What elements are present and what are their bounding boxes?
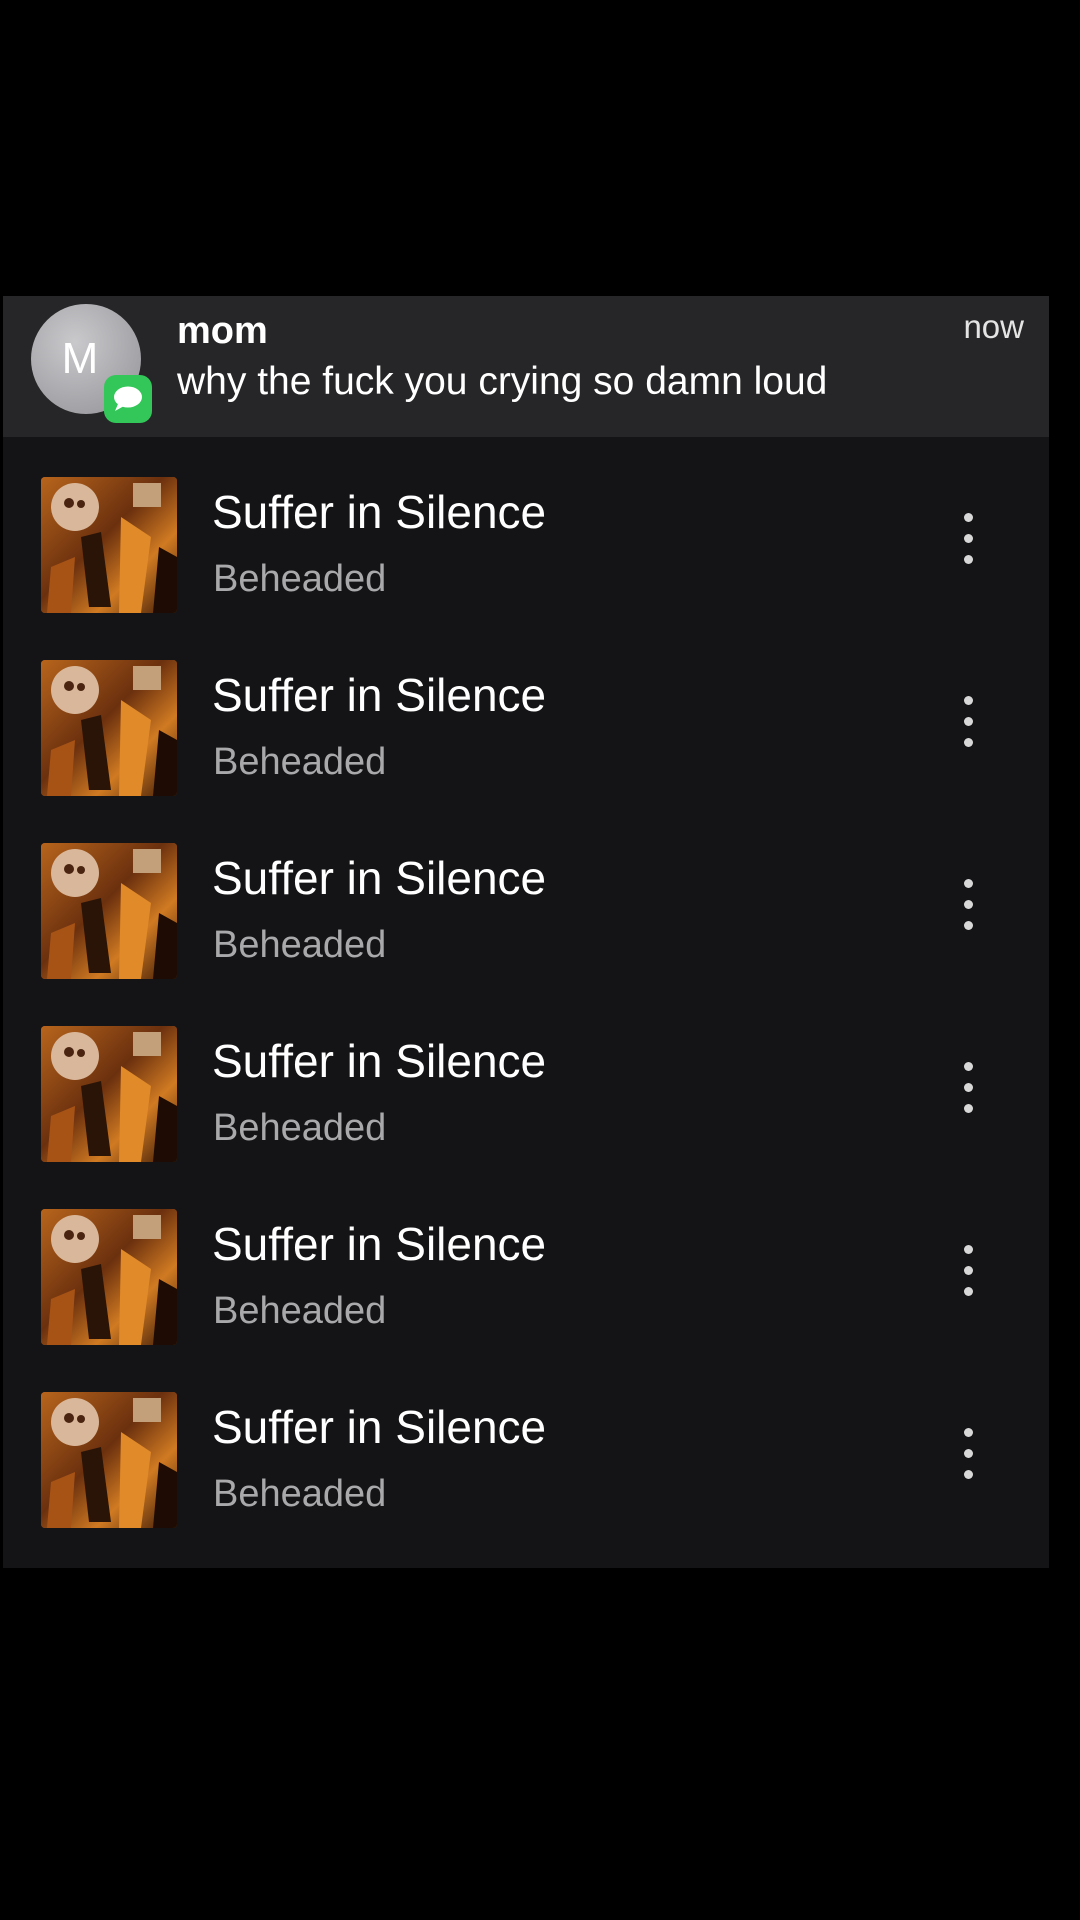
track-row[interactable]: Suffer in Silence Beheaded [3,1169,1049,1352]
more-vertical-icon[interactable] [953,1422,983,1492]
track-artist: Beheaded [213,1107,387,1149]
track-row[interactable]: Suffer in Silence Beheaded [3,986,1049,1169]
album-art [41,477,177,613]
track-title: Suffer in Silence [212,1218,547,1270]
more-vertical-icon[interactable] [953,690,983,760]
notification-message: why the fuck you crying so damn loud [177,360,828,403]
album-art [41,1392,177,1528]
track-artist: Beheaded [213,741,387,783]
track-title: Suffer in Silence [212,1035,547,1087]
album-art [41,843,177,979]
track-title: Suffer in Silence [212,669,547,721]
track-row[interactable]: Suffer in Silence Beheaded [3,1352,1049,1535]
track-title: Suffer in Silence [212,486,547,538]
more-vertical-icon[interactable] [953,873,983,943]
more-vertical-icon[interactable] [953,507,983,577]
track-artist: Beheaded [213,924,387,966]
album-art [41,660,177,796]
track-title: Suffer in Silence [212,1401,547,1453]
album-art [41,1209,177,1345]
message-notification[interactable]: M mom why the fuck you crying so damn lo… [3,296,1049,437]
track-artist: Beheaded [213,1290,387,1332]
track-artist: Beheaded [213,1473,387,1515]
track-artist: Beheaded [213,558,387,600]
app-panel: M mom why the fuck you crying so damn lo… [3,296,1049,1568]
notification-sender: mom [177,310,268,352]
messages-icon [104,375,152,423]
track-row[interactable]: Suffer in Silence Beheaded [3,437,1049,620]
track-title: Suffer in Silence [212,852,547,904]
more-vertical-icon[interactable] [953,1056,983,1126]
track-row[interactable]: Suffer in Silence Beheaded [3,620,1049,803]
track-row[interactable]: Suffer in Silence Beheaded [3,803,1049,986]
notification-time: now [963,308,1024,345]
more-vertical-icon[interactable] [953,1239,983,1309]
avatar-letter: M [61,334,99,383]
album-art [41,1026,177,1162]
